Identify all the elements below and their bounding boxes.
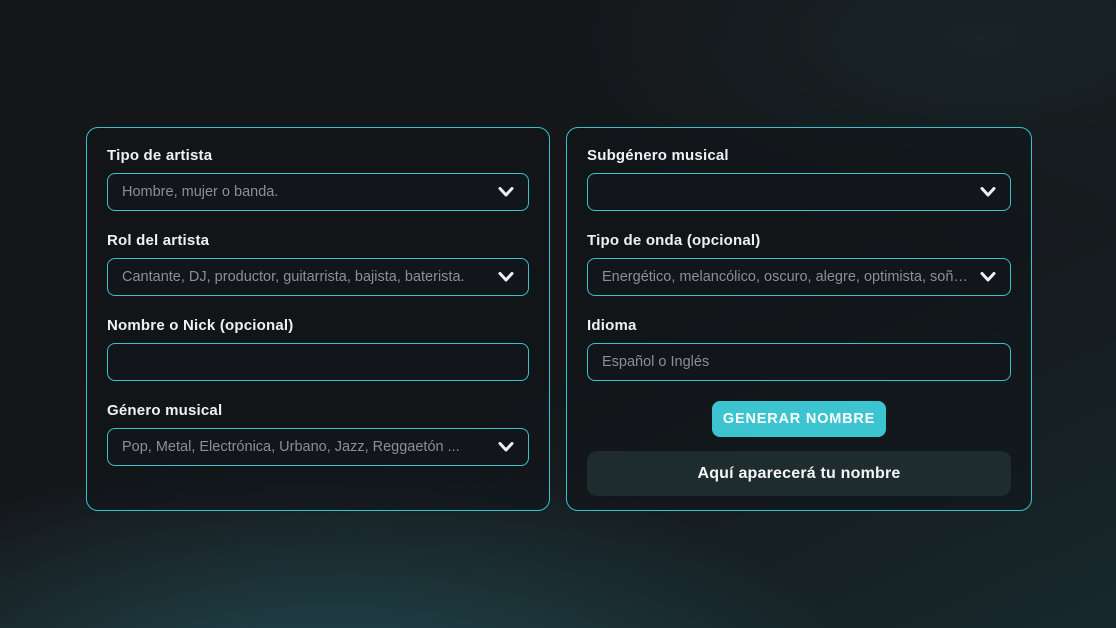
field-tipo-de-artista: Tipo de artista Hombre, mujer o banda. [107, 146, 529, 211]
nombre-o-nick-input[interactable] [107, 343, 529, 381]
subgenero-musical-label: Subgénero musical [587, 146, 1011, 165]
nombre-o-nick-label: Nombre o Nick (opcional) [107, 316, 529, 335]
generator-panel: Subgénero musical Tipo de onda (opcional… [566, 127, 1032, 511]
field-tipo-de-onda: Tipo de onda (opcional) Energético, mela… [587, 231, 1011, 296]
result-placeholder-box: Aquí aparecerá tu nombre [587, 451, 1011, 496]
select-placeholder: Energético, melancólico, oscuro, alegre,… [602, 269, 980, 285]
select-placeholder: Hombre, mujer o banda. [122, 184, 498, 200]
field-genero-musical: Género musical Pop, Metal, Electrónica, … [107, 401, 529, 466]
field-subgenero-musical: Subgénero musical [587, 146, 1011, 211]
select-placeholder: Pop, Metal, Electrónica, Urbano, Jazz, R… [122, 439, 498, 455]
artist-form-panel: Tipo de artista Hombre, mujer o banda. R… [86, 127, 550, 511]
chevron-down-icon [498, 187, 514, 197]
rol-del-artista-label: Rol del artista [107, 231, 529, 250]
tipo-de-onda-select[interactable]: Energético, melancólico, oscuro, alegre,… [587, 258, 1011, 296]
button-row: GENERAR NOMBRE [587, 401, 1011, 437]
field-nombre-o-nick: Nombre o Nick (opcional) [107, 316, 529, 381]
tipo-de-onda-label: Tipo de onda (opcional) [587, 231, 1011, 250]
select-placeholder: Cantante, DJ, productor, guitarrista, ba… [122, 269, 498, 285]
chevron-down-icon [498, 272, 514, 282]
idioma-input[interactable] [587, 343, 1011, 381]
chevron-down-icon [980, 272, 996, 282]
rol-del-artista-select[interactable]: Cantante, DJ, productor, guitarrista, ba… [107, 258, 529, 296]
chevron-down-icon [498, 442, 514, 452]
tipo-de-artista-label: Tipo de artista [107, 146, 529, 165]
tipo-de-artista-select[interactable]: Hombre, mujer o banda. [107, 173, 529, 211]
field-rol-del-artista: Rol del artista Cantante, DJ, productor,… [107, 231, 529, 296]
idioma-label: Idioma [587, 316, 1011, 335]
genero-musical-label: Género musical [107, 401, 529, 420]
subgenero-musical-select[interactable] [587, 173, 1011, 211]
field-idioma: Idioma [587, 316, 1011, 381]
genero-musical-select[interactable]: Pop, Metal, Electrónica, Urbano, Jazz, R… [107, 428, 529, 466]
chevron-down-icon [980, 187, 996, 197]
generar-nombre-button[interactable]: GENERAR NOMBRE [712, 401, 886, 437]
